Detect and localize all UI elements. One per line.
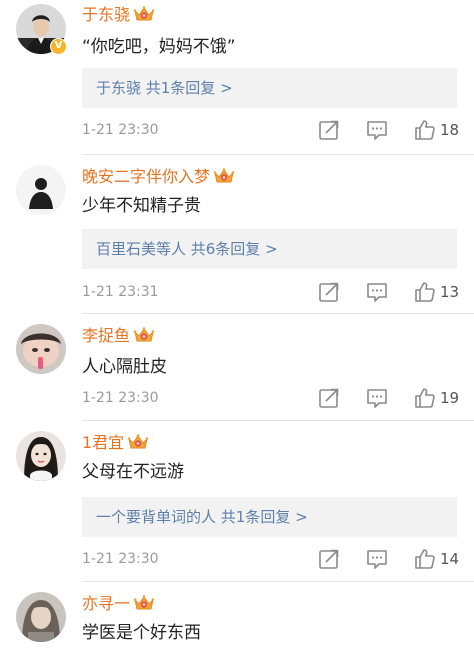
repost-icon[interactable] bbox=[317, 547, 341, 571]
avatar-image bbox=[16, 165, 66, 215]
comment-text: 父母在不远游 bbox=[82, 462, 184, 482]
comment-text: 少年不知精子贵 bbox=[82, 196, 201, 216]
thumbs-up-icon[interactable] bbox=[413, 386, 437, 410]
like-count: 13 bbox=[440, 283, 460, 301]
crown-icon bbox=[133, 326, 155, 344]
timestamp: 1-21 23:30 bbox=[82, 551, 159, 567]
like-count: 19 bbox=[440, 389, 460, 407]
username-text[interactable]: 李捉鱼 bbox=[82, 326, 130, 345]
username[interactable]: 亦寻一 bbox=[82, 594, 155, 614]
verified-badge-icon: V bbox=[50, 38, 67, 55]
divider bbox=[82, 313, 474, 314]
avatar[interactable] bbox=[16, 592, 66, 642]
avatar-image bbox=[16, 431, 66, 481]
username-text[interactable]: 于东骁 bbox=[82, 5, 130, 24]
repost-icon[interactable] bbox=[317, 280, 341, 304]
like-count: 14 bbox=[440, 550, 460, 568]
username-text[interactable]: 1君宜 bbox=[82, 433, 124, 452]
repost-icon[interactable] bbox=[317, 386, 341, 410]
username-text[interactable]: 亦寻一 bbox=[82, 594, 130, 613]
avatar[interactable] bbox=[16, 165, 66, 215]
crown-icon bbox=[127, 433, 149, 451]
comment-meta: 1-21 23:30 18 bbox=[82, 118, 474, 142]
username-text[interactable]: 晚安二字伴你入梦 bbox=[82, 167, 210, 186]
comment-text: “你吃吧，妈妈不饿” bbox=[82, 37, 236, 57]
reply-summary-link[interactable]: 百里石美等人 共6条回复 > bbox=[82, 229, 457, 269]
username[interactable]: 李捉鱼 bbox=[82, 326, 155, 346]
timestamp: 1-21 23:30 bbox=[82, 390, 159, 406]
comment-icon[interactable] bbox=[365, 386, 389, 410]
thumbs-up-icon[interactable] bbox=[413, 118, 437, 142]
comment-icon[interactable] bbox=[365, 547, 389, 571]
username[interactable]: 于东骁 bbox=[82, 5, 155, 25]
comment-meta: 1-21 23:30 14 bbox=[82, 547, 474, 571]
like-count: 18 bbox=[440, 121, 460, 139]
username[interactable]: 晚安二字伴你入梦 bbox=[82, 167, 235, 187]
timestamp: 1-21 23:31 bbox=[82, 284, 159, 300]
crown-icon bbox=[133, 594, 155, 612]
reply-summary-link[interactable]: 于东骁 共1条回复 > bbox=[82, 68, 457, 108]
comment-text: 人心隔肚皮 bbox=[82, 357, 167, 377]
divider bbox=[82, 420, 474, 421]
comment-meta: 1-21 23:31 13 bbox=[82, 280, 474, 304]
divider bbox=[82, 581, 474, 582]
comment-feed: V 于东骁 “你吃吧，妈妈不饿” 于东骁 共1条回复 > 1-21 23:30 … bbox=[0, 0, 474, 653]
comment-meta: 1-21 23:30 19 bbox=[82, 386, 474, 410]
avatar-image bbox=[16, 324, 66, 374]
username[interactable]: 1君宜 bbox=[82, 433, 149, 453]
thumbs-up-icon[interactable] bbox=[413, 547, 437, 571]
repost-icon[interactable] bbox=[317, 118, 341, 142]
comment-icon[interactable] bbox=[365, 118, 389, 142]
comment-text: 学医是个好东西 bbox=[82, 623, 201, 643]
reply-summary-link[interactable]: 一个要背单词的人 共1条回复 > bbox=[82, 497, 457, 537]
divider bbox=[82, 154, 474, 155]
crown-icon bbox=[213, 167, 235, 185]
avatar[interactable] bbox=[16, 324, 66, 374]
timestamp: 1-21 23:30 bbox=[82, 122, 159, 138]
avatar[interactable] bbox=[16, 431, 66, 481]
avatar-image bbox=[16, 592, 66, 642]
comment-icon[interactable] bbox=[365, 280, 389, 304]
thumbs-up-icon[interactable] bbox=[413, 280, 437, 304]
crown-icon bbox=[133, 5, 155, 23]
